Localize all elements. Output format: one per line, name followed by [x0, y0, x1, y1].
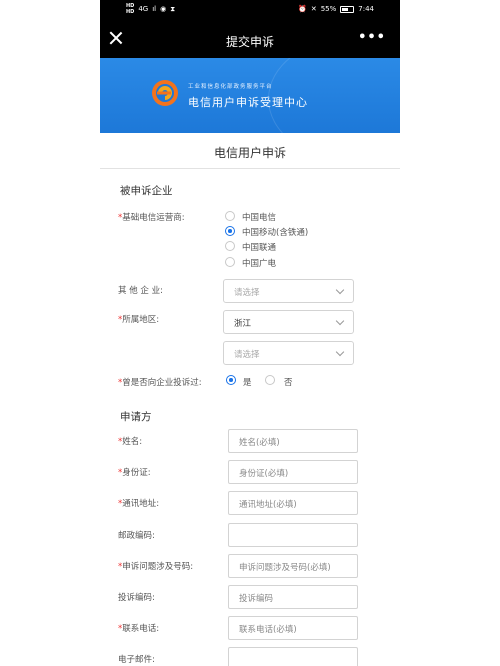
region-select[interactable]: 浙江	[223, 310, 354, 334]
form-title: 电信用户申诉	[213, 146, 286, 160]
operator-label: *基础电信运营商:	[118, 213, 185, 223]
region-label: *所属地区:	[118, 315, 160, 325]
title-bar: 提交申诉 •••	[100, 22, 400, 58]
applicant-field-label: *申诉问题涉及号码:	[118, 561, 194, 572]
hd-indicator: HD HD	[126, 3, 135, 15]
applicant-field-label: *联系电话:	[118, 624, 160, 635]
applicant-field-label: 投诉编码:	[118, 593, 155, 603]
complained-no-radio[interactable]	[265, 375, 275, 385]
banner-title: 电信用户申诉受理中心	[188, 96, 308, 109]
section-title-applicant: 申请方	[120, 411, 152, 423]
chevron-down-icon	[335, 347, 345, 357]
banner: 工业和信息化部政务服务平台 电信用户申诉受理中心	[100, 58, 400, 133]
operator-option-3: 中国广电	[242, 259, 277, 269]
banner-subtitle: 工业和信息化部政务服务平台	[188, 84, 273, 90]
applicant-field-input[interactable]	[228, 522, 358, 547]
applicant-field-input[interactable]: 投诉编码	[228, 585, 358, 609]
status-time: 7:44	[358, 5, 374, 13]
page-header-title: 提交申诉	[225, 35, 274, 49]
phone-screen: HD HD 4G ıl ◉ ⧗ ⏰ ✕ 55% 7:44 提交申诉 ••• 工业	[100, 0, 400, 666]
battery-icon	[340, 5, 355, 13]
applicant-field-label: 邮政编码:	[118, 530, 155, 541]
logo-icon	[152, 80, 178, 106]
applicant-field-input[interactable]: 联系电话(必填)	[228, 616, 358, 641]
chevron-down-icon	[335, 316, 345, 326]
applicant-field-input[interactable]: 申诉问题涉及号码(必填)	[228, 553, 358, 578]
complained-before-label: *曾是否向企业投诉过:	[118, 378, 202, 388]
hourglass-icon: ⧗	[170, 4, 176, 13]
operator-radio-2[interactable]	[225, 241, 235, 251]
battery-percent: 55%	[320, 5, 337, 13]
operator-radio-1[interactable]	[225, 226, 235, 236]
other-company-label: 其 他 企 业:	[118, 286, 163, 296]
region-sub-select[interactable]: 请选择	[223, 341, 354, 365]
complained-no-label: 否	[284, 378, 293, 388]
alarm-icon: ⏰	[298, 5, 307, 13]
eye-icon: ◉	[160, 5, 167, 13]
network-label: 4G	[138, 5, 149, 13]
signal-icon: ıl	[152, 5, 157, 13]
applicant-field-input[interactable]: 身份证(必填)	[228, 460, 358, 485]
operator-option-2: 中国联通	[242, 243, 277, 253]
applicant-field-label: 电子邮件:	[118, 655, 155, 666]
mute-icon: ✕	[310, 5, 317, 13]
chevron-down-icon	[335, 285, 345, 295]
applicant-field-input[interactable]: 通讯地址(必填)	[228, 491, 358, 516]
operator-option-1: 中国移动(含铁通)	[242, 228, 309, 238]
more-options-icon[interactable]: •••	[358, 30, 386, 45]
applicant-field-label: *通讯地址:	[118, 499, 160, 510]
applicant-field-label: *身份证:	[118, 468, 151, 479]
applicant-field-label: *姓名:	[118, 437, 143, 447]
complained-yes-label: 是	[243, 378, 252, 388]
operator-radio-3[interactable]	[225, 257, 235, 267]
divider	[100, 168, 400, 169]
applicant-field-input[interactable]: 姓名(必填)	[228, 429, 358, 453]
operator-option-0: 中国电信	[242, 213, 277, 223]
status-bar: HD HD 4G ıl ◉ ⧗ ⏰ ✕ 55% 7:44	[100, 0, 400, 22]
other-company-select[interactable]: 请选择	[223, 279, 354, 303]
operator-radio-0[interactable]	[225, 211, 235, 221]
applicant-field-input[interactable]	[228, 647, 358, 666]
section-title-complained: 被申诉企业	[120, 185, 173, 197]
complained-yes-radio[interactable]	[226, 375, 236, 385]
